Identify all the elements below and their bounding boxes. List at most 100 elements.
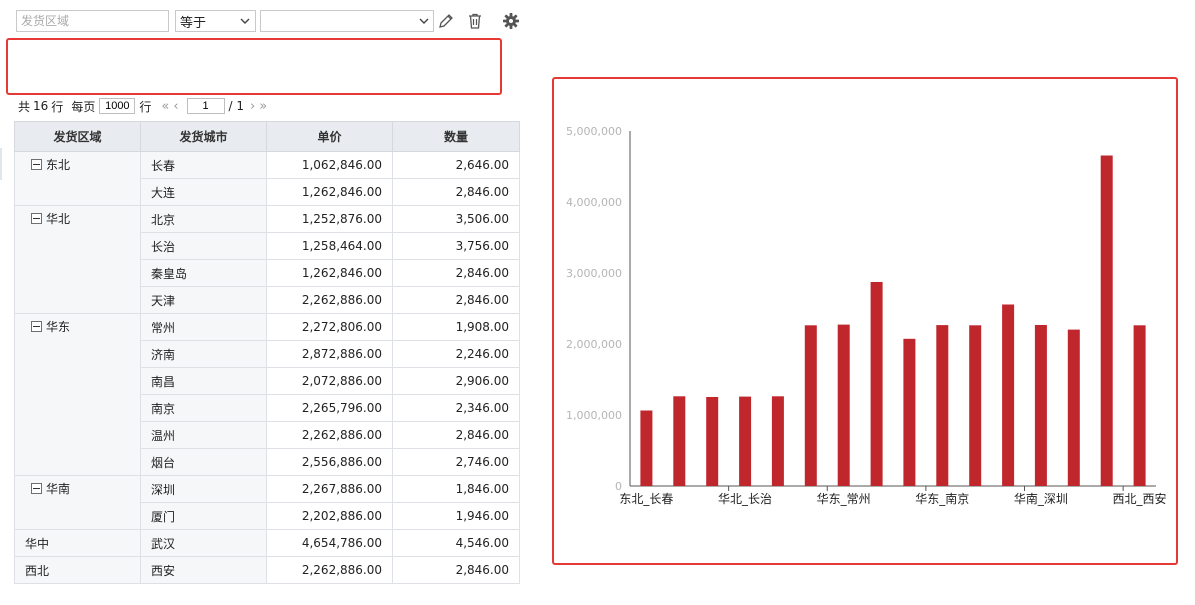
qty-cell: 2,846.00 — [392, 178, 520, 206]
filter-field-input[interactable] — [16, 10, 169, 32]
table-row[interactable]: 东北 长春 1,062,846.00 2,646.00 — [14, 151, 520, 206]
bar[interactable] — [870, 282, 883, 486]
price-cell: 2,262,886.00 — [266, 556, 393, 584]
region-label: 东北 — [46, 158, 71, 172]
bar[interactable] — [1133, 325, 1146, 486]
y-tick-label: 3,000,000 — [566, 267, 622, 280]
gear-icon[interactable] — [502, 12, 520, 30]
trash-icon[interactable] — [466, 12, 484, 30]
x-tick-label: 华南_深圳 — [1014, 491, 1068, 506]
qty-cell: 2,846.00 — [392, 259, 520, 287]
bar[interactable] — [673, 396, 686, 486]
price-cell: 1,252,876.00 — [266, 205, 393, 233]
bar[interactable] — [739, 396, 752, 486]
last-page-icon[interactable]: » — [259, 99, 267, 114]
y-tick-label: 4,000,000 — [566, 196, 622, 209]
price-cell: 2,872,886.00 — [266, 340, 393, 368]
price-cell: 1,258,464.00 — [266, 232, 393, 260]
prev-page-icon[interactable]: ‹ — [173, 99, 178, 114]
pager-page-size-suffix: 行 — [139, 99, 152, 114]
city: 西安 — [140, 556, 267, 584]
table-header-row: 发货区域 发货城市 单价 数量 — [14, 121, 520, 152]
bar[interactable] — [1002, 304, 1015, 487]
price-cell: 2,556,886.00 — [266, 448, 393, 476]
filter-drop-zone[interactable] — [6, 38, 502, 95]
qty-cell: 1,846.00 — [392, 475, 520, 503]
qty-cell: 1,946.00 — [392, 502, 520, 530]
price-cell: 1,262,846.00 — [266, 178, 393, 206]
bar-chart: 01,000,0002,000,0003,000,0004,000,0005,0… — [566, 125, 1167, 506]
qty-cell: 2,646.00 — [392, 151, 520, 179]
region-cell: 华东 — [14, 313, 141, 476]
table-row[interactable]: 华北 北京 1,252,876.00 3,506.00 — [14, 205, 520, 314]
region-cell: 华中 — [14, 529, 141, 557]
price-cell: 1,262,846.00 — [266, 259, 393, 287]
current-page-input[interactable] — [186, 98, 225, 114]
city: 秦皇岛 — [140, 259, 267, 287]
column-header[interactable]: 单价 — [266, 121, 393, 152]
city: 武汉 — [140, 529, 267, 557]
bar[interactable] — [837, 324, 850, 486]
city: 南昌 — [140, 367, 267, 395]
region-cell: 华南 — [14, 475, 141, 530]
city: 深圳 — [140, 475, 267, 503]
y-tick-label: 5,000,000 — [566, 125, 622, 138]
qty-cell: 2,846.00 — [392, 421, 520, 449]
next-page-icon[interactable]: › — [250, 99, 255, 114]
bar[interactable] — [903, 338, 916, 486]
bar[interactable] — [936, 325, 949, 486]
table-row[interactable]: 华南 深圳 2,267,886.00 1,846.00 — [14, 475, 520, 530]
table-body: 东北 长春 1,062,846.00 2,646.00 大连 1,262,846.00 2,… — [14, 151, 520, 584]
column-header[interactable]: 数量 — [392, 121, 520, 152]
bar[interactable] — [804, 325, 817, 486]
table-row[interactable]: 西北 西安 2,262,886.00 2,846.00 — [14, 556, 520, 584]
bar[interactable] — [771, 396, 784, 486]
collapse-icon[interactable] — [31, 213, 42, 224]
price-cell: 1,062,846.00 — [266, 151, 393, 179]
qty-cell: 2,346.00 — [392, 394, 520, 422]
city: 长春 — [140, 151, 267, 179]
x-tick-label: 华东_南京 — [915, 491, 969, 506]
qty-cell: 3,506.00 — [392, 205, 520, 233]
collapse-icon[interactable] — [31, 321, 42, 332]
pager-total-prefix: 共 — [18, 99, 31, 114]
pencil-icon[interactable] — [437, 12, 455, 30]
bar[interactable] — [706, 397, 719, 486]
bar[interactable] — [1034, 325, 1047, 486]
city: 烟台 — [140, 448, 267, 476]
city: 南京 — [140, 394, 267, 422]
price-cell: 2,262,886.00 — [266, 286, 393, 314]
pager-total-rows: 16 — [33, 99, 49, 113]
x-tick-label: 华东_常州 — [817, 492, 871, 506]
first-page-icon[interactable]: « — [161, 99, 169, 114]
price-cell: 4,654,786.00 — [266, 529, 393, 557]
data-table: 发货区域 发货城市 单价 数量 东北 长春 1,062,846.00 2,646.00… — [14, 121, 520, 584]
bar[interactable] — [640, 410, 653, 487]
column-header[interactable]: 发货城市 — [140, 121, 267, 152]
collapse-icon[interactable] — [31, 483, 42, 494]
y-tick-label: 1,000,000 — [566, 409, 622, 422]
qty-cell: 3,756.00 — [392, 232, 520, 260]
table-row[interactable]: 华东 常州 2,272,806.00 1,908.00 — [14, 313, 520, 476]
qty-cell: 2,846.00 — [392, 556, 520, 584]
bar[interactable] — [969, 325, 982, 486]
filter-operator-select[interactable]: 等于 — [175, 10, 256, 32]
x-tick-label: 华北_长治 — [718, 492, 772, 506]
left-edge-handle[interactable] — [0, 148, 2, 180]
collapse-icon[interactable] — [31, 159, 42, 170]
bar[interactable] — [1067, 329, 1080, 486]
bar[interactable] — [1100, 155, 1113, 487]
qty-cell: 2,906.00 — [392, 367, 520, 395]
filter-operator-label: 等于 — [180, 15, 207, 31]
column-header[interactable]: 发货区域 — [14, 121, 141, 152]
filter-value-select[interactable] — [260, 10, 434, 32]
city: 大连 — [140, 178, 267, 206]
pager-page-size-label: 每页 — [71, 99, 96, 114]
qty-cell: 1,908.00 — [392, 313, 520, 341]
page-size-input[interactable] — [99, 98, 136, 114]
chevron-down-icon — [419, 18, 429, 24]
region-cell: 华北 — [14, 205, 141, 314]
table-row[interactable]: 华中 武汉 4,654,786.00 4,546.00 — [14, 529, 520, 557]
pager-total-suffix: 行 — [51, 99, 64, 114]
city: 常州 — [140, 313, 267, 341]
